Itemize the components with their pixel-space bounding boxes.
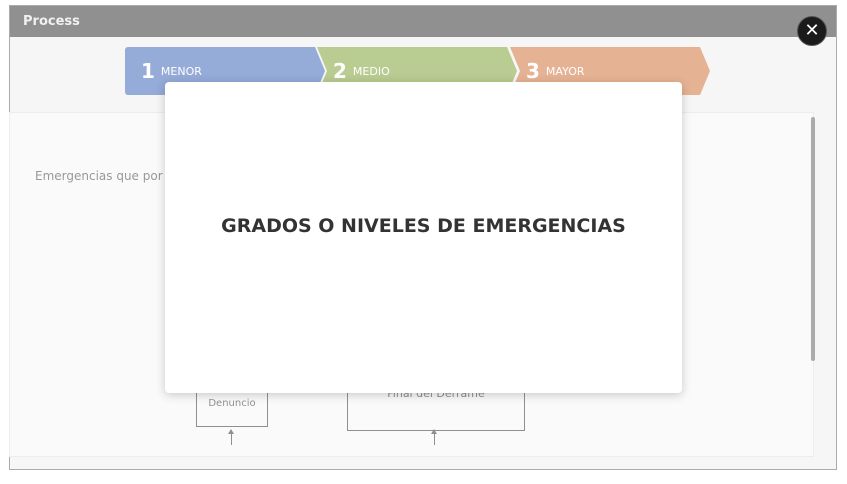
modal-dialog: GRADOS O NIVELES DE EMERGENCIAS <box>165 82 682 393</box>
modal-heading: GRADOS O NIVELES DE EMERGENCIAS <box>221 215 626 237</box>
close-button[interactable]: ✕ <box>797 16 827 46</box>
close-icon: ✕ <box>804 20 820 41</box>
